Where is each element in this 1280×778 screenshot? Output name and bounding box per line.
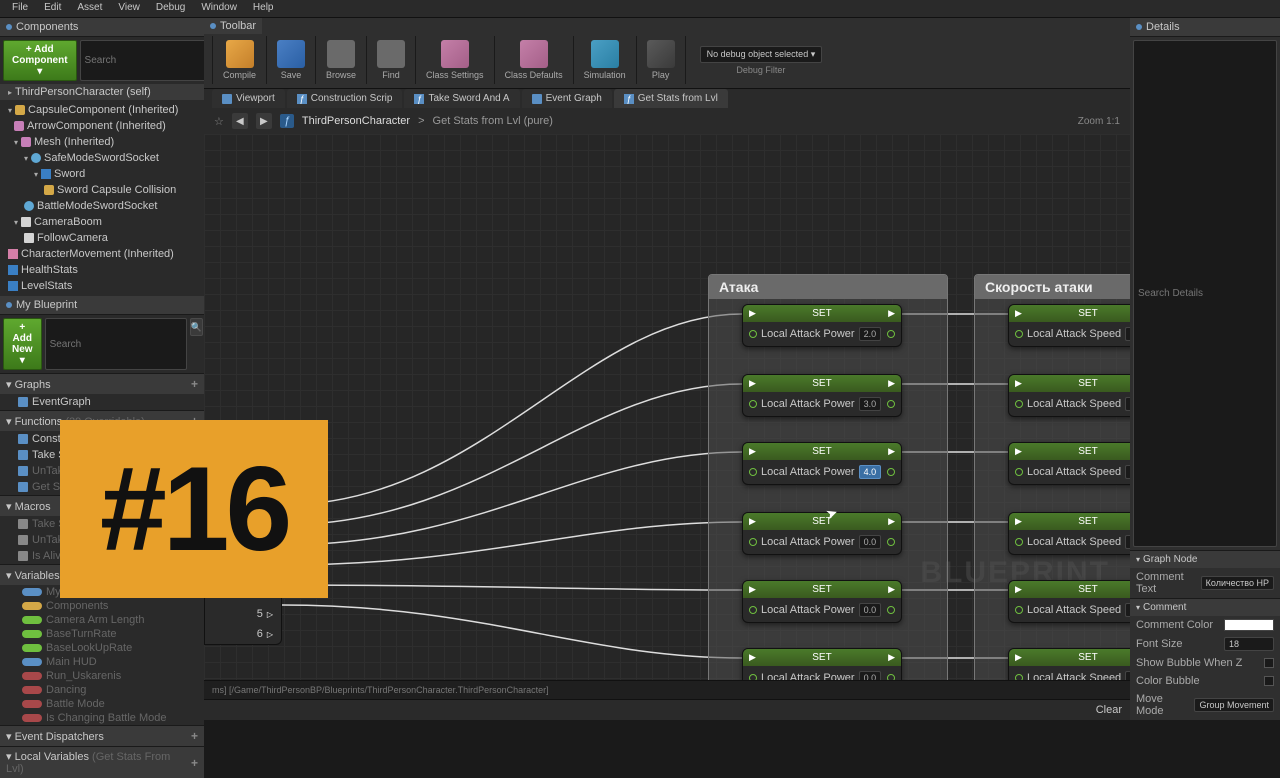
variable-item[interactable]: Main HUD	[0, 655, 204, 669]
font-size-field[interactable]: 18	[1224, 637, 1274, 651]
center-column: Toolbar CompileSaveBrowseFindClass Setti…	[204, 18, 1130, 720]
menu-debug[interactable]: Debug	[148, 0, 193, 17]
tab-take-sword-and-a[interactable]: ƒTake Sword And A	[404, 89, 519, 108]
graph-tabs: ViewportƒConstruction ScripƒTake Sword A…	[204, 89, 1130, 108]
variable-item[interactable]: Components	[0, 599, 204, 613]
tab-event-graph[interactable]: Event Graph	[522, 89, 612, 108]
set-node[interactable]: SETLocal Attack Speed0.0	[1008, 304, 1130, 347]
variable-item[interactable]: BaseTurnRate	[0, 627, 204, 641]
root-component[interactable]: ▸ThirdPersonCharacter (self)	[0, 84, 204, 100]
component-item[interactable]: ▾CapsuleComponent (Inherited)	[0, 102, 204, 118]
set-node[interactable]: SETLocal Attack Power0.0	[742, 512, 902, 555]
tab-get-stats-from-lvl[interactable]: ƒGet Stats from Lvl	[614, 89, 728, 108]
component-item[interactable]: ▾Sword	[0, 166, 204, 182]
category-header[interactable]: ▾ Graphs+	[0, 373, 204, 394]
variable-item[interactable]: Dancing	[0, 683, 204, 697]
class-defaults-button[interactable]: Class Defaults	[495, 36, 574, 84]
components-panel-hdr: Components	[0, 18, 204, 37]
set-node[interactable]: SETLocal Attack Speed0.0	[1008, 512, 1130, 555]
graph-item[interactable]: EventGraph	[0, 394, 204, 410]
tab-construction-scrip[interactable]: ƒConstruction Scrip	[287, 89, 403, 108]
move-mode-selector[interactable]: Group Movement	[1194, 698, 1274, 712]
find-button[interactable]: Find	[367, 36, 416, 84]
menu-asset[interactable]: Asset	[69, 0, 110, 17]
favorite-icon[interactable]: ☆	[214, 115, 224, 128]
blueprint-search-input[interactable]	[45, 318, 187, 370]
set-node[interactable]: SETLocal Attack Speed0.0	[1008, 648, 1130, 680]
simulation-button[interactable]: Simulation	[574, 36, 637, 84]
set-node[interactable]: SETLocal Attack Power4.0	[742, 442, 902, 485]
menu-bar[interactable]: FileEditAssetViewDebugWindowHelp	[0, 0, 1280, 18]
set-node[interactable]: SETLocal Attack Speed0.0	[1008, 442, 1130, 485]
set-node[interactable]: SETLocal Attack Power0.0	[742, 580, 902, 623]
add-component-button[interactable]: + Add Component ▾	[3, 40, 77, 81]
component-item[interactable]: ▾SafeModeSwordSocket	[0, 150, 204, 166]
left-column: Components + Add Component ▾ 🔍 ▸ThirdPer…	[0, 18, 204, 720]
component-item[interactable]: ▾CameraBoom	[0, 214, 204, 230]
clear-button[interactable]: Clear	[1096, 704, 1122, 716]
component-item[interactable]: LevelStats	[0, 278, 204, 294]
breadcrumb-main[interactable]: ThirdPersonCharacter	[302, 115, 410, 127]
variable-item[interactable]: Run_Uskarenis	[0, 669, 204, 683]
debug-object-selector[interactable]: No debug object selected ▾	[700, 46, 823, 63]
play-button[interactable]: Play	[637, 36, 686, 84]
debug-filter-label: Debug Filter	[700, 65, 823, 75]
details-search-input[interactable]	[1133, 40, 1277, 547]
menu-view[interactable]: View	[110, 0, 148, 17]
variable-item[interactable]: Is Changing Battle Mode	[0, 711, 204, 725]
variable-item[interactable]: Camera Arm Length	[0, 613, 204, 627]
comment-text-field[interactable]: Количество HP	[1201, 576, 1274, 590]
details-panel: Details Graph Node Comment TextКоличеств…	[1130, 18, 1280, 720]
set-node[interactable]: SETLocal Attack Power0.0	[742, 648, 902, 680]
function-icon: ƒ	[280, 114, 294, 128]
my-blueprint-hdr: My Blueprint	[0, 296, 204, 315]
nav-fwd-icon[interactable]: ▶	[256, 113, 272, 129]
set-node[interactable]: SETLocal Attack Power2.0	[742, 304, 902, 347]
component-item[interactable]: ▾Mesh (Inherited)	[0, 134, 204, 150]
menu-file[interactable]: File	[4, 0, 36, 17]
zoom-level: Zoom 1:1	[1078, 116, 1120, 127]
set-node[interactable]: SETLocal Attack Power3.0	[742, 374, 902, 417]
component-item[interactable]: HealthStats	[0, 262, 204, 278]
comment-section[interactable]: Comment	[1130, 598, 1280, 616]
variable-item[interactable]: Battle Mode	[0, 697, 204, 711]
variable-item[interactable]: BaseLookUpRate	[0, 641, 204, 655]
menu-window[interactable]: Window	[193, 0, 245, 17]
graph-node-section[interactable]: Graph Node	[1130, 550, 1280, 568]
component-item[interactable]: ArrowComponent (Inherited)	[0, 118, 204, 134]
save-button[interactable]: Save	[267, 36, 316, 84]
color-bubble-checkbox[interactable]	[1264, 676, 1274, 686]
breadcrumb-sub[interactable]: Get Stats from Lvl (pure)	[433, 115, 553, 127]
menu-edit[interactable]: Edit	[36, 0, 69, 17]
episode-overlay: #16	[60, 420, 328, 598]
toolbar: Toolbar CompileSaveBrowseFindClass Setti…	[204, 18, 1130, 89]
add-new-button[interactable]: + Add New ▾	[3, 318, 42, 370]
search-icon[interactable]: 🔍	[190, 318, 203, 336]
component-item[interactable]: CharacterMovement (Inherited)	[0, 246, 204, 262]
category-header[interactable]: ▾ Event Dispatchers+	[0, 725, 204, 746]
component-tree: ▾CapsuleComponent (Inherited)ArrowCompon…	[0, 100, 204, 296]
bottom-bar: Clear	[204, 699, 1130, 720]
tab-viewport[interactable]: Viewport	[212, 89, 285, 108]
browse-button[interactable]: Browse	[316, 36, 367, 84]
comment-color-swatch[interactable]	[1224, 619, 1274, 631]
category-header[interactable]: ▾ Local Variables (Get Stats From Lvl)+	[0, 746, 204, 778]
graph-canvas[interactable]: BLUEPRINT ➤ on Int0▷1▷2▷3▷4▷5▷6▷АтакаСко…	[204, 134, 1130, 680]
breadcrumb: ☆ ◀ ▶ ƒ ThirdPersonCharacter > Get Stats…	[204, 108, 1130, 134]
set-node[interactable]: SETLocal Attack Speed0.0	[1008, 580, 1130, 623]
components-search-input[interactable]	[80, 40, 222, 81]
component-item[interactable]: FollowCamera	[0, 230, 204, 246]
nav-back-icon[interactable]: ◀	[232, 113, 248, 129]
compiler-log: ms] [/Game/ThirdPersonBP/Blueprints/Thir…	[204, 680, 1130, 699]
component-item[interactable]: BattleModeSwordSocket	[0, 198, 204, 214]
class-settings-button[interactable]: Class Settings	[416, 36, 495, 84]
compile-button[interactable]: Compile	[212, 36, 267, 84]
component-item[interactable]: Sword Capsule Collision	[0, 182, 204, 198]
show-bubble-checkbox[interactable]	[1264, 658, 1274, 668]
set-node[interactable]: SETLocal Attack Speed0.0	[1008, 374, 1130, 417]
menu-help[interactable]: Help	[245, 0, 282, 17]
